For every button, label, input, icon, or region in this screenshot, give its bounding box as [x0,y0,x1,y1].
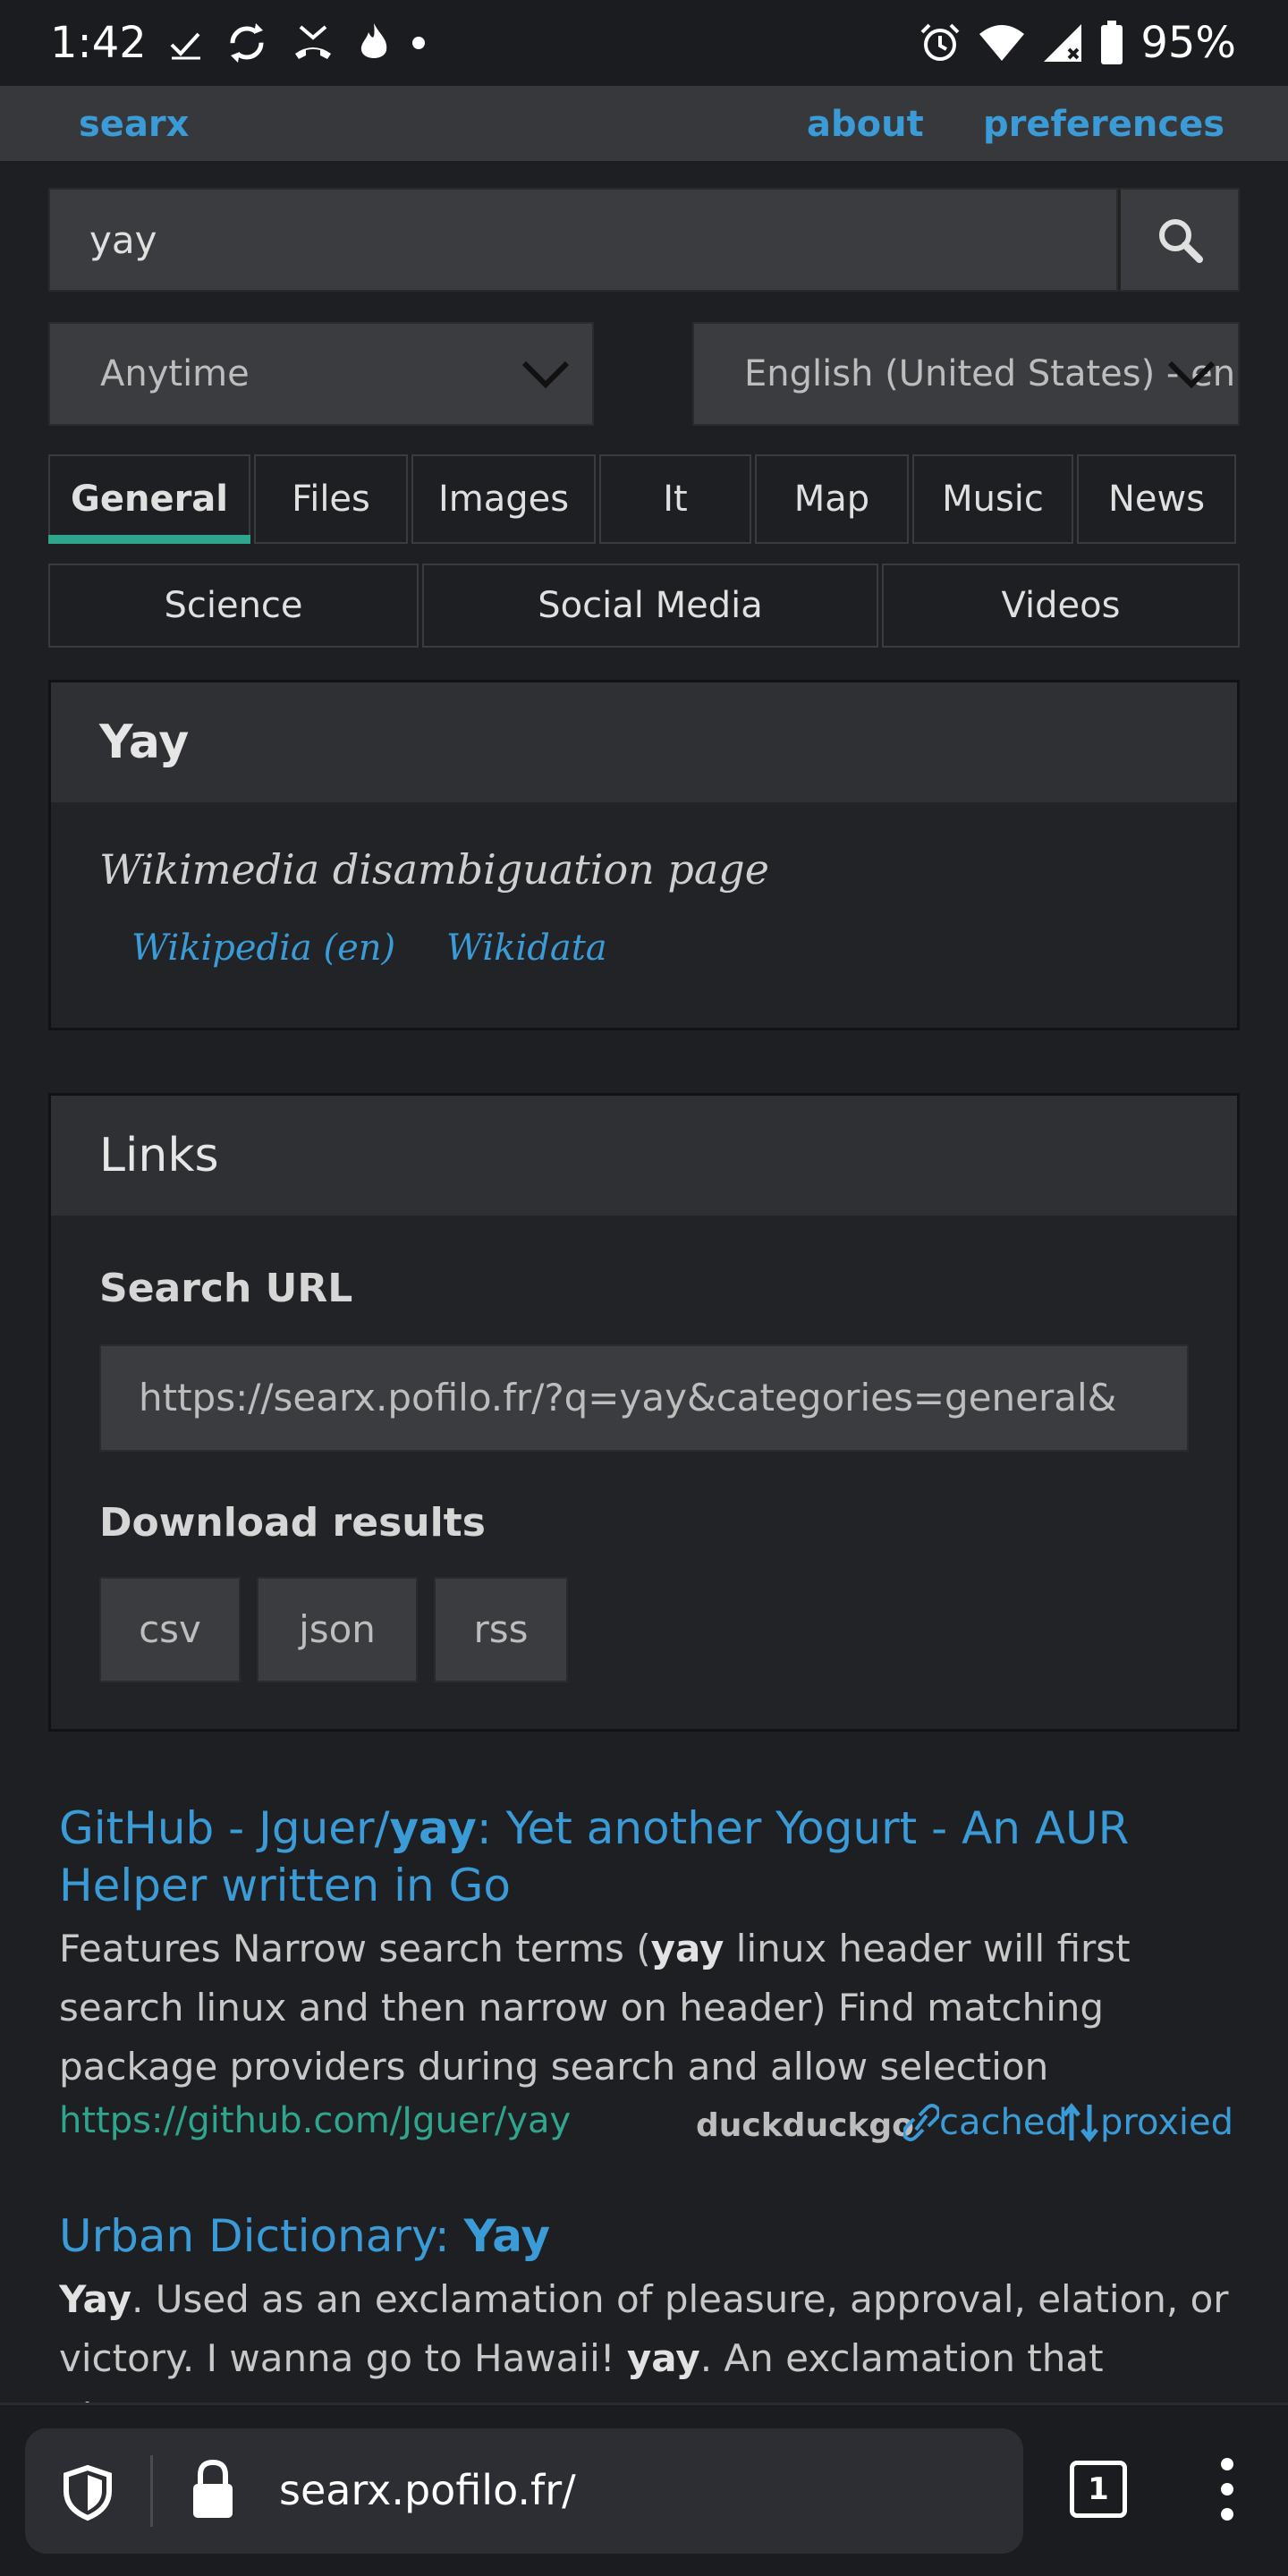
download-results-label: Download results [99,1500,486,1546]
search-url-label: Search URL [99,1266,353,1311]
status-bar: 1:42 95% [0,0,1288,86]
url-text: searx.pofilo.fr/ [279,2466,576,2514]
infobox: Yay Wikimedia disambiguation page Wikipe… [48,680,1240,1030]
sync-icon [230,23,264,63]
language-select[interactable]: English (United States) - en [692,322,1240,426]
json-button[interactable]: json [257,1577,418,1682]
links-title: Links [51,1096,1237,1216]
result-title-text: GitHub - Jguer/ [59,1802,390,1854]
system-icons: 95% [919,18,1236,68]
shield-icon[interactable] [61,2464,114,2521]
tab-map[interactable]: Map [755,454,909,544]
csv-button[interactable]: csv [99,1577,241,1682]
links-panel: Links Search URL https://searx.pofilo.fr… [48,1093,1240,1732]
proxied-label: proxied [1100,2102,1233,2143]
time-range-select[interactable]: Anytime [48,322,594,426]
rss-button[interactable]: rss [434,1577,568,1682]
result-title[interactable]: Urban Dictionary: Yay [59,2207,1240,2265]
result-engine: duckduckgo [696,2107,914,2144]
time-range-value: Anytime [100,353,250,394]
infobox-title: Yay [51,682,1237,802]
wikipedia-link[interactable]: Wikipedia (en) [131,928,395,969]
tab-social-media[interactable]: Social Media [422,564,878,648]
language-value: English (United States) - en [744,353,1236,394]
result-content-highlight: yay [650,1927,724,1970]
result-content: Yay. Used as an exclamation of pleasure,… [59,2270,1240,2402]
result-content-highlight: Yay [59,2277,131,2321]
chevron-down-icon [1167,360,1216,389]
cached-label: cached [939,2102,1068,2143]
tab-files[interactable]: Files [254,454,408,544]
search-button[interactable] [1118,188,1240,292]
top-navbar: searx about preferences [0,86,1288,161]
chevron-down-icon [521,360,570,389]
lock-icon [193,2459,233,2518]
download-done-icon [170,32,200,60]
tab-videos[interactable]: Videos [882,564,1240,648]
result-title[interactable]: GitHub - Jguer/yay: Yet another Yogurt -… [59,1800,1240,1914]
dot-icon [412,37,425,49]
tab-science[interactable]: Science [48,564,419,648]
url-bar[interactable]: searx.pofilo.fr/ [25,2428,1023,2554]
preferences-link[interactable]: preferences [983,104,1224,145]
wifi-icon [979,25,1025,61]
search-icon [1158,219,1203,263]
alarm-icon [920,23,960,61]
result-title-highlight: Yay [463,2210,551,2262]
missed-call-icon [295,25,331,59]
link-icon [903,2104,939,2141]
result-content-highlight: yay [626,2336,700,2380]
result-title-text: Urban Dictionary: [59,2210,464,2262]
tab-it[interactable]: It [599,454,751,544]
cached-link[interactable]: cached [903,2102,1068,2143]
sort-arrows-icon [1063,2103,1098,2142]
proxied-link[interactable]: proxied [1061,2102,1233,2143]
tab-music[interactable]: Music [912,454,1073,544]
tab-images[interactable]: Images [411,454,596,544]
wikidata-link[interactable]: Wikidata [446,928,607,969]
status-time: 1:42 [50,18,147,68]
notification-icons [168,20,426,66]
about-link[interactable]: about [807,104,924,145]
category-tabs-row2: Science Social Media Videos [48,564,1240,648]
signal-icon [1044,24,1082,62]
search-url-field[interactable]: https://searx.pofilo.fr/?q=yay&categorie… [99,1344,1189,1452]
flame-icon [360,23,387,58]
url-bar-divider [150,2455,153,2527]
category-tabs-row1: General Files Images It Map Music News [48,454,1236,544]
battery-percent: 95% [1140,18,1236,68]
result-content: Features Narrow search terms (yay linux … [59,1919,1240,2097]
result-url[interactable]: https://github.com/Jguer/yay [59,2100,571,2141]
infobox-description: Wikimedia disambiguation page [99,845,769,894]
browser-toolbar: searx.pofilo.fr/ 1 [0,2402,1288,2576]
result-title-highlight: yay [389,1802,477,1854]
tab-news[interactable]: News [1077,454,1236,544]
result-content-text: Features Narrow search terms ( [59,1927,651,1970]
tab-counter-button[interactable]: 1 [1070,2461,1127,2518]
battery-icon [1101,21,1123,64]
tab-general[interactable]: General [48,454,250,544]
search-input[interactable] [48,188,1118,292]
overflow-menu-icon[interactable] [1216,2455,1238,2523]
brand-link[interactable]: searx [79,104,189,145]
